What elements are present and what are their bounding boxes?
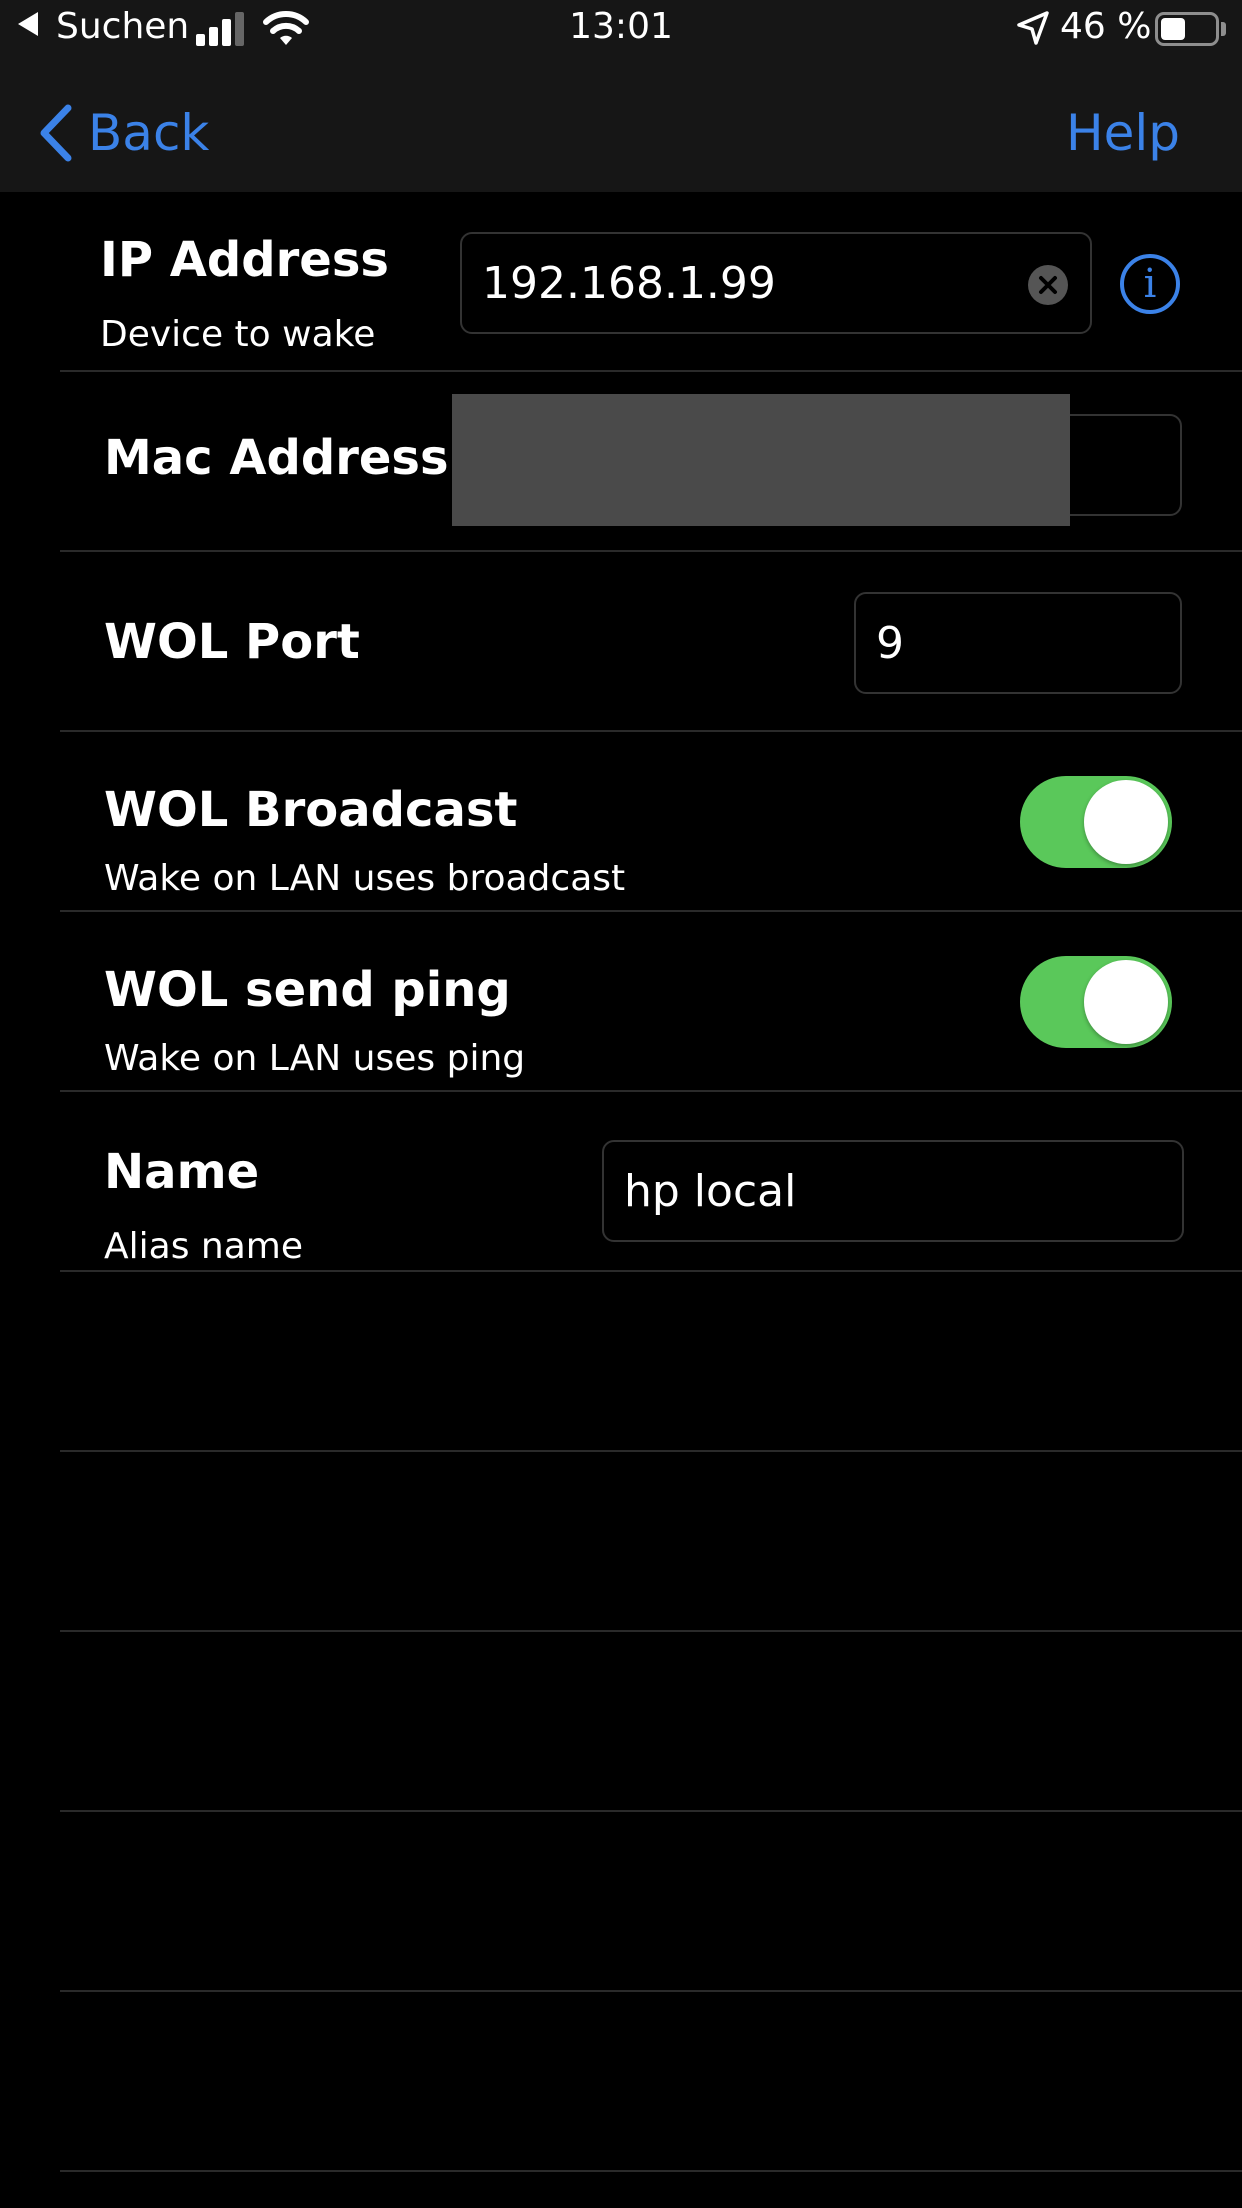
- ip-address-value: 192.168.1.99: [482, 257, 776, 309]
- wol-broadcast-toggle[interactable]: [1020, 776, 1172, 868]
- navigation-bar: Back Help: [0, 58, 1242, 192]
- wol-port-value: 9: [876, 617, 904, 669]
- battery-icon: [1155, 12, 1219, 46]
- name-title: Name: [104, 1144, 260, 1200]
- clock: 13:01: [569, 6, 673, 47]
- wol-ping-title: WOL send ping: [104, 962, 511, 1018]
- back-button[interactable]: Back: [36, 98, 209, 168]
- status-bar: Suchen 13:01 46 %: [0, 0, 1242, 58]
- location-icon: [1017, 11, 1049, 45]
- wol-broadcast-subtitle: Wake on LAN uses broadcast: [104, 858, 626, 899]
- help-button[interactable]: Help: [1066, 98, 1180, 168]
- battery-tip: [1221, 22, 1226, 36]
- clear-icon[interactable]: [1028, 265, 1068, 305]
- chevron-left-icon: [40, 104, 72, 162]
- mac-address-row: Mac Address: [0, 372, 1242, 552]
- wol-broadcast-row: WOL Broadcast Wake on LAN uses broadcast: [0, 732, 1242, 912]
- wol-ping-subtitle: Wake on LAN uses ping: [104, 1038, 526, 1079]
- ip-address-subtitle: Device to wake: [100, 314, 376, 355]
- ip-address-title: IP Address: [100, 232, 389, 288]
- wol-ping-toggle[interactable]: [1020, 956, 1172, 1048]
- mac-address-title: Mac Address: [104, 430, 449, 486]
- wol-broadcast-title: WOL Broadcast: [104, 782, 518, 838]
- redaction-overlay: [452, 394, 1070, 526]
- name-input[interactable]: hp local: [602, 1140, 1184, 1242]
- empty-row-separator: [60, 1630, 1242, 1632]
- name-subtitle: Alias name: [104, 1226, 303, 1267]
- battery-fill: [1161, 18, 1185, 40]
- toggle-knob: [1084, 780, 1168, 864]
- empty-row-separator: [60, 2170, 1242, 2172]
- ip-address-input[interactable]: 192.168.1.99: [460, 232, 1092, 334]
- info-icon[interactable]: i: [1120, 254, 1180, 314]
- name-row: Name Alias name hp local: [0, 1092, 1242, 1272]
- wol-port-row: WOL Port 9: [0, 552, 1242, 732]
- toggle-knob: [1084, 960, 1168, 1044]
- wol-port-input[interactable]: 9: [854, 592, 1182, 694]
- name-value: hp local: [624, 1165, 797, 1217]
- empty-row-separator: [60, 1990, 1242, 1992]
- ip-address-row: IP Address Device to wake 192.168.1.99 i: [0, 192, 1242, 372]
- battery-percent: 46 %: [1060, 6, 1152, 47]
- empty-row-separator: [60, 1450, 1242, 1452]
- separator: [60, 1270, 1242, 1272]
- wol-port-title: WOL Port: [104, 614, 360, 670]
- wol-ping-row: WOL send ping Wake on LAN uses ping: [0, 912, 1242, 1092]
- empty-row-separator: [60, 1810, 1242, 1812]
- back-button-label: Back: [88, 104, 210, 162]
